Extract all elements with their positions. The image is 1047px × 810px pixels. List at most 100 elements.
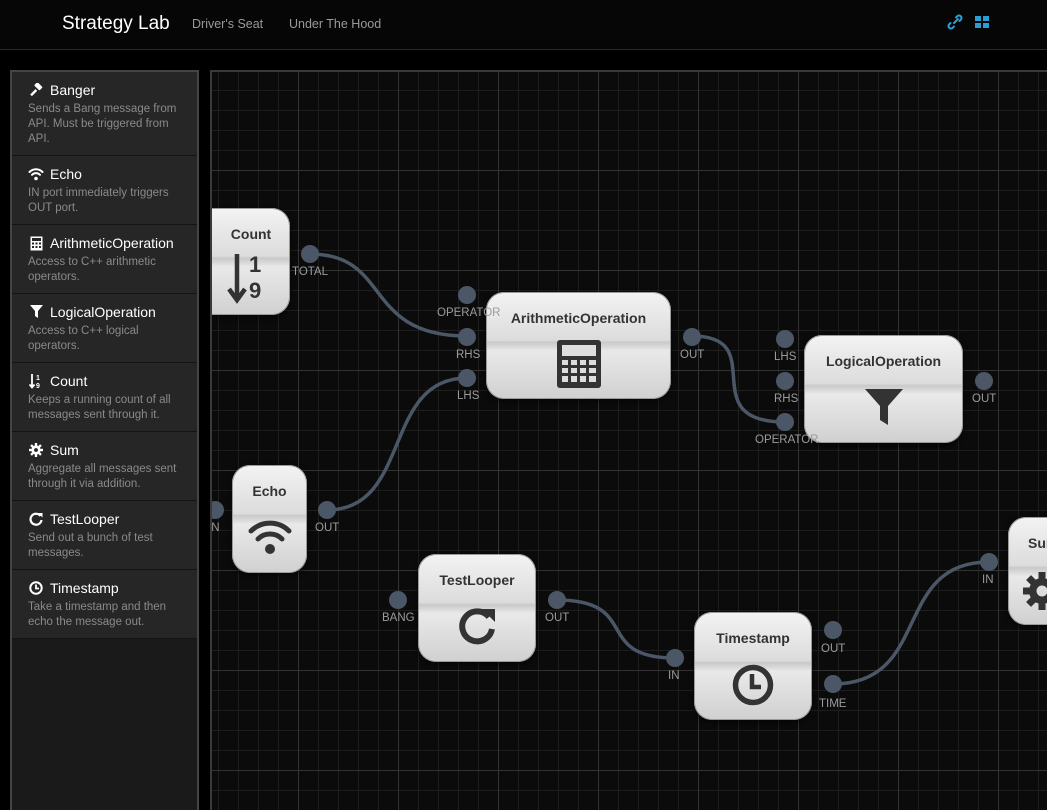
palette-item-label: TestLooper bbox=[50, 511, 120, 527]
node-title: Sum bbox=[1028, 535, 1047, 551]
palette-item-description: Keeps a running count of all messages se… bbox=[28, 394, 171, 421]
wifi-icon bbox=[248, 520, 291, 554]
wire-arith-to-logical bbox=[691, 334, 786, 424]
port-logical-operator[interactable] bbox=[776, 413, 794, 431]
palette-item-description: Access to C++ arithmetic operators. bbox=[28, 256, 156, 283]
port-label: OPERATOR bbox=[437, 307, 501, 319]
graph-canvas[interactable]: Count 1 9 TOTAL ArithmeticOperation OPER… bbox=[210, 70, 1047, 810]
link-icon[interactable] bbox=[947, 14, 963, 30]
palette-item-echo[interactable]: Echo IN port immediately triggers OUT po… bbox=[12, 156, 197, 225]
node-title: ArithmeticOperation bbox=[510, 310, 647, 326]
node-sum[interactable]: Sum bbox=[1008, 517, 1047, 625]
palette-item-timestamp[interactable]: Timestamp Take a timestamp and then echo… bbox=[12, 570, 197, 639]
sort-numeric-icon: 1 9 bbox=[227, 252, 271, 304]
port-label: LHS bbox=[774, 351, 797, 363]
port-logical-rhs[interactable] bbox=[776, 372, 794, 390]
port-label: RHS bbox=[774, 393, 799, 405]
refresh-icon bbox=[459, 608, 495, 645]
palette-item-testlooper[interactable]: TestLooper Send out a bunch of test mess… bbox=[12, 501, 197, 570]
port-arith-lhs[interactable] bbox=[458, 369, 476, 387]
port-logical-lhs[interactable] bbox=[776, 330, 794, 348]
palette-item-label: ArithmeticOperation bbox=[50, 235, 174, 251]
port-arith-operator[interactable] bbox=[458, 286, 476, 304]
calculator-icon bbox=[556, 340, 601, 388]
palette-item-description: Access to C++ logical operators. bbox=[28, 325, 139, 352]
refresh-icon bbox=[28, 511, 44, 527]
port-label: OUT bbox=[315, 522, 340, 534]
port-label: BANG bbox=[382, 612, 415, 624]
node-arithmeticoperation[interactable]: ArithmeticOperation bbox=[486, 292, 671, 399]
palette-item-description: Sends a Bang message from API. Must be t… bbox=[28, 103, 177, 145]
palette-item-description: Send out a bunch of test messages. bbox=[28, 532, 153, 559]
palette-item-banger[interactable]: Banger Sends a Bang message from API. Mu… bbox=[12, 72, 197, 156]
palette-item-arithmeticoperation[interactable]: ArithmeticOperation Access to C++ arithm… bbox=[12, 225, 197, 294]
svg-text:1: 1 bbox=[36, 375, 40, 382]
port-arith-rhs[interactable] bbox=[458, 328, 476, 346]
node-title: Count bbox=[230, 226, 272, 242]
grid-icon[interactable] bbox=[974, 14, 990, 30]
node-count[interactable]: Count 1 9 bbox=[212, 208, 290, 315]
port-label: OUT bbox=[680, 349, 705, 361]
gear-icon bbox=[1023, 572, 1047, 610]
wire-timestamp-to-sum bbox=[832, 560, 990, 686]
palette-item-label: Timestamp bbox=[50, 580, 119, 596]
palette-item-label: Echo bbox=[50, 166, 82, 182]
wifi-icon bbox=[28, 166, 44, 182]
navbar: Strategy Lab Driver's Seat Under The Hoo… bbox=[0, 0, 1047, 50]
port-arith-out[interactable] bbox=[683, 328, 701, 346]
port-testlooper-bang[interactable] bbox=[389, 591, 407, 609]
calculator-icon bbox=[28, 235, 44, 251]
port-echo-out[interactable] bbox=[318, 501, 336, 519]
palette-item-description: Take a timestamp and then echo the messa… bbox=[28, 601, 167, 628]
port-label: TIME bbox=[819, 698, 847, 710]
gear-icon bbox=[28, 442, 44, 458]
node-title: TestLooper bbox=[439, 572, 515, 588]
port-label: LHS bbox=[457, 390, 480, 402]
port-logical-out[interactable] bbox=[975, 372, 993, 390]
filter-icon bbox=[28, 304, 44, 320]
svg-text:9: 9 bbox=[36, 383, 40, 389]
port-label: IN bbox=[982, 574, 994, 586]
wire-testlooper-to-timestamp bbox=[556, 598, 676, 660]
port-count-total[interactable] bbox=[301, 245, 319, 263]
palette-item-sum[interactable]: Sum Aggregate all messages sent through … bbox=[12, 432, 197, 501]
palette-item-description: Aggregate all messages sent through it v… bbox=[28, 463, 177, 490]
clock-icon bbox=[28, 580, 44, 596]
node-timestamp[interactable]: Timestamp bbox=[694, 612, 812, 720]
clock-icon bbox=[732, 664, 774, 706]
palette-item-label: LogicalOperation bbox=[50, 304, 156, 320]
palette-item-label: Sum bbox=[50, 442, 79, 458]
node-logicaloperation[interactable]: LogicalOperation bbox=[804, 335, 963, 443]
sort-numeric-icon: 19 bbox=[28, 373, 44, 389]
port-label: IN bbox=[211, 522, 220, 534]
node-echo[interactable]: Echo bbox=[232, 465, 307, 573]
wire-echo-to-arith bbox=[326, 376, 468, 512]
port-timestamp-in[interactable] bbox=[666, 649, 684, 667]
port-label: OPERATOR bbox=[755, 434, 819, 446]
port-timestamp-time[interactable] bbox=[824, 675, 842, 693]
node-title: Echo bbox=[252, 483, 287, 499]
palette-item-label: Count bbox=[50, 373, 88, 389]
palette-item-count[interactable]: 19 Count Keeps a running count of all me… bbox=[12, 363, 197, 432]
port-label: IN bbox=[668, 670, 680, 682]
nav-link-under-the-hood[interactable]: Under The Hood bbox=[289, 17, 381, 31]
palette-item-description: IN port immediately triggers OUT port. bbox=[28, 187, 169, 214]
nav-link-drivers-seat[interactable]: Driver's Seat bbox=[192, 17, 263, 31]
count-digit-bottom: 9 bbox=[249, 278, 262, 303]
port-label: TOTAL bbox=[292, 266, 328, 278]
gavel-icon bbox=[28, 82, 44, 98]
node-palette-sidebar: Banger Sends a Bang message from API. Mu… bbox=[10, 70, 199, 810]
palette-item-label: Banger bbox=[50, 82, 96, 98]
node-testlooper[interactable]: TestLooper bbox=[418, 554, 536, 662]
wire-count-to-arith bbox=[309, 252, 468, 338]
port-label: RHS bbox=[456, 349, 481, 361]
port-label: OUT bbox=[821, 643, 846, 655]
port-sum-in[interactable] bbox=[980, 553, 998, 571]
brand-title[interactable]: Strategy Lab bbox=[62, 13, 170, 35]
filter-icon bbox=[864, 389, 903, 425]
port-testlooper-out[interactable] bbox=[548, 591, 566, 609]
port-timestamp-out[interactable] bbox=[824, 621, 842, 639]
port-label: OUT bbox=[972, 393, 997, 405]
port-label: OUT bbox=[545, 612, 570, 624]
palette-item-logicaloperation[interactable]: LogicalOperation Access to C++ logical o… bbox=[12, 294, 197, 363]
